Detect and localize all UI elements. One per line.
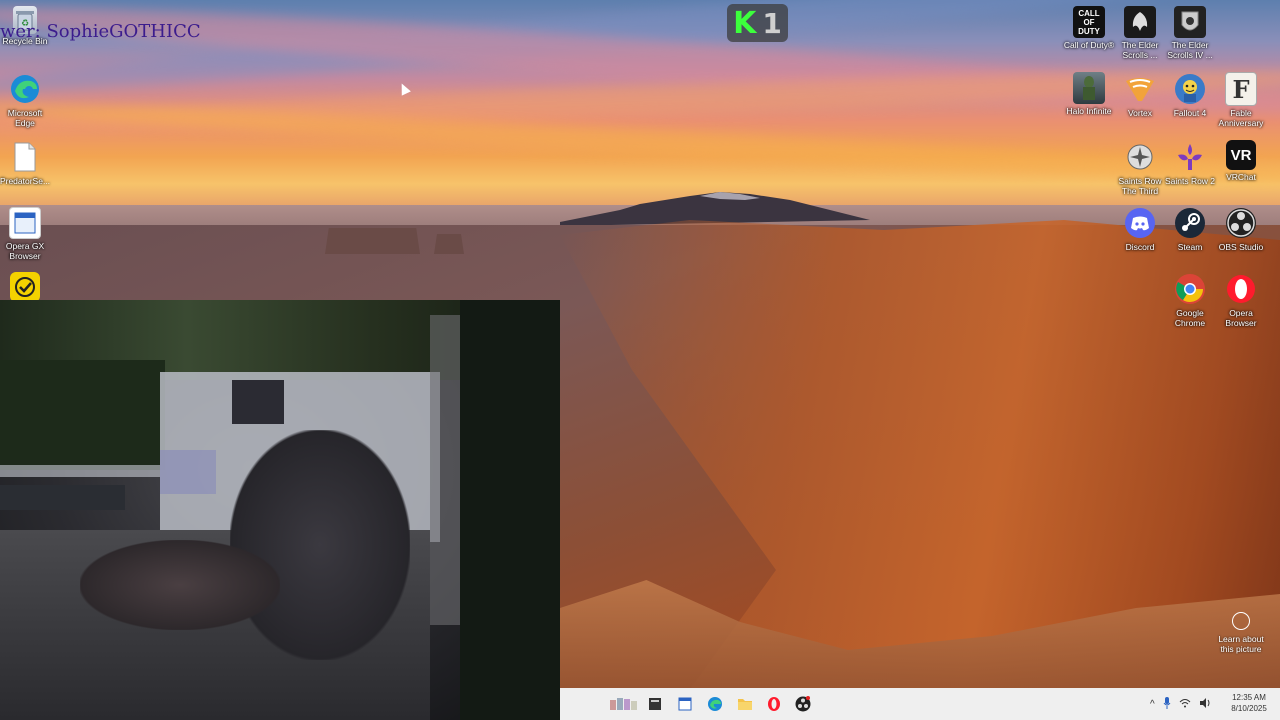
- desktop-icon-label: Halo Infinite: [1066, 106, 1112, 116]
- wallpaper-mesa-small: [434, 234, 464, 254]
- fallout-icon: [1173, 72, 1207, 106]
- desktop-icon-label: Fable Anniversary: [1218, 108, 1264, 128]
- discord-icon: [1123, 206, 1157, 240]
- chrome-icon: [1173, 272, 1207, 306]
- desktop-icon-discord[interactable]: Discord: [1112, 206, 1168, 252]
- call-of-duty-icon: CALL OF DUTY: [1073, 6, 1105, 38]
- chevron-up-icon[interactable]: ^: [1150, 699, 1155, 710]
- obs-icon[interactable]: [794, 695, 812, 713]
- desktop-icon-label: Saints Row 2: [1164, 176, 1216, 186]
- desktop-icon-halo[interactable]: Halo Infinite: [1061, 72, 1117, 116]
- opera-gx-icon: [9, 207, 41, 239]
- desktop-icon-label: Opera GX Browser: [5, 241, 45, 261]
- elder-scrolls-iv-icon: [1174, 6, 1206, 38]
- counter-value: 1: [762, 6, 782, 40]
- wallpaper-mesa: [325, 228, 420, 254]
- steam-icon: [1173, 206, 1207, 240]
- elder-scrolls-icon: [1124, 6, 1156, 38]
- desktop-icon-label: Vortex: [1127, 108, 1153, 118]
- taskbar: ^: [560, 688, 1280, 720]
- desktop-icon-chrome[interactable]: Google Chrome: [1162, 272, 1218, 328]
- opera-icon[interactable]: [765, 695, 783, 713]
- desktop-icon-edge[interactable]: Microsoft Edge: [0, 72, 53, 128]
- halo-icon: [1073, 72, 1105, 104]
- file-explorer-icon[interactable]: [736, 695, 754, 713]
- edge-icon[interactable]: [706, 695, 724, 713]
- saints-row-2-icon: [1173, 140, 1207, 174]
- desktop-icon-elder-scrolls-iv[interactable]: The Elder Scrolls IV ...: [1162, 6, 1218, 60]
- desktop-icon-check-app[interactable]: [0, 272, 53, 302]
- desktop-icon-label: Opera Browser: [1225, 308, 1257, 328]
- desktop-icon-label: Fallout 4: [1173, 108, 1207, 118]
- desktop-icon-label: Call of Duty®: [1063, 40, 1115, 50]
- call-of-duty-art: CALL OF DUTY: [1078, 8, 1100, 36]
- speaker-icon[interactable]: [1199, 697, 1211, 711]
- vrchat-icon: VR: [1226, 140, 1256, 170]
- vrchat-art: VR: [1230, 146, 1252, 164]
- terminal-icon[interactable]: [646, 695, 664, 713]
- taskbar-clock[interactable]: 12:35 AM 8/10/2025: [1228, 692, 1270, 714]
- desktop-icon-label: Discord: [1125, 242, 1155, 252]
- desktop-icon-saints-row-3[interactable]: Saints Row The Third: [1112, 140, 1168, 196]
- desktop-icon-vortex[interactable]: Vortex: [1112, 72, 1168, 118]
- clock-time: 12:35 AM: [1232, 693, 1266, 702]
- file-icon: [8, 140, 42, 174]
- desktop-icon-predator-file[interactable]: PredatorSe...: [0, 140, 53, 186]
- vortex-icon: [1123, 72, 1157, 106]
- desktop-icon-elder-scrolls[interactable]: The Elder Scrolls ...: [1112, 6, 1168, 60]
- opera-icon: [1224, 272, 1258, 306]
- desktop-icon-label: Microsoft Edge: [7, 108, 43, 128]
- desktop-icon-label: Steam: [1177, 242, 1203, 252]
- learn-about-picture[interactable]: Learn about this picture: [1214, 612, 1268, 654]
- desktop-icon-label: Saints Row The Third: [1118, 176, 1162, 196]
- wifi-icon[interactable]: [1179, 698, 1191, 711]
- desktop-icon-label: The Elder Scrolls IV ...: [1167, 40, 1213, 60]
- window-icon[interactable]: [676, 695, 694, 713]
- obs-icon: [1224, 206, 1258, 240]
- webcam-feed: [0, 300, 560, 720]
- stream-viewer-overlay: wer: SophieGOTHICC: [0, 21, 201, 42]
- desktop-icon-saints-row-2[interactable]: Saints Row 2: [1162, 140, 1218, 186]
- clock-date: 8/10/2025: [1231, 704, 1267, 713]
- edge-icon: [8, 72, 42, 106]
- checkmark-app-icon: [10, 272, 40, 302]
- desktop-icon-opera[interactable]: Opera Browser: [1213, 272, 1269, 328]
- kill-counter-overlay: K 1: [727, 4, 788, 42]
- desktop-icon-label: VRChat: [1226, 172, 1256, 182]
- desktop-icon-vrchat[interactable]: VR VRChat: [1213, 140, 1269, 182]
- desktop-icon-label: PredatorSe...: [0, 176, 51, 186]
- desktop-icon-label: Google Chrome: [1174, 308, 1206, 328]
- microphone-icon[interactable]: [1163, 696, 1171, 712]
- desktop-icon-fallout[interactable]: Fallout 4: [1162, 72, 1218, 118]
- desktop-icon-steam[interactable]: Steam: [1162, 206, 1218, 252]
- desktop-icon-label: The Elder Scrolls ...: [1121, 40, 1159, 60]
- camera-info-icon: [1232, 612, 1250, 630]
- learn-picture-label: Learn about this picture: [1218, 634, 1264, 654]
- desktop-icon-obs[interactable]: OBS Studio: [1213, 206, 1269, 252]
- fable-art: F: [1232, 74, 1250, 104]
- desktop-icon-label: OBS Studio: [1218, 242, 1264, 252]
- desktop-icon-opera-gx[interactable]: Opera GX Browser: [0, 207, 53, 261]
- counter-letter: K: [733, 5, 757, 41]
- desktop-icon-call-of-duty[interactable]: CALL OF DUTY Call of Duty®: [1061, 6, 1117, 50]
- desktop-icon-fable[interactable]: F Fable Anniversary: [1213, 72, 1269, 128]
- apps-icon[interactable]: [610, 695, 638, 713]
- saints-row-icon: [1123, 140, 1157, 174]
- fable-icon: F: [1225, 72, 1257, 106]
